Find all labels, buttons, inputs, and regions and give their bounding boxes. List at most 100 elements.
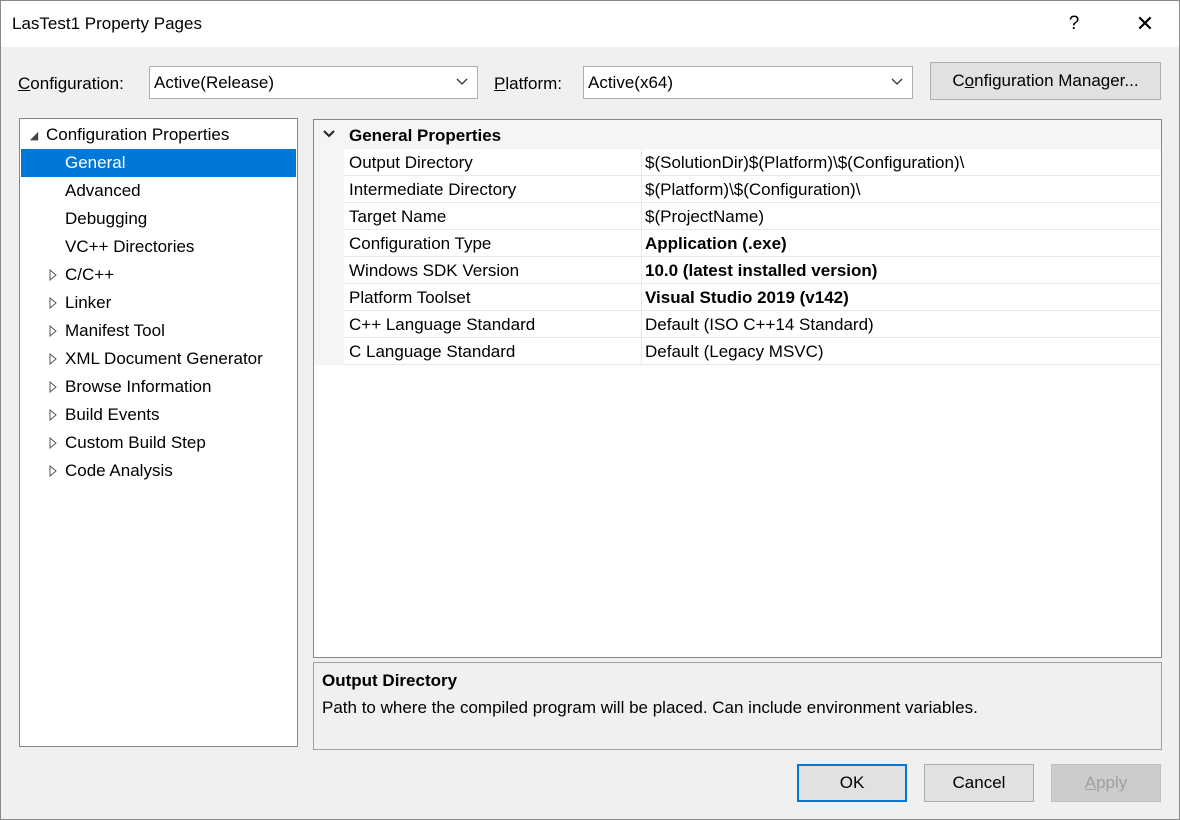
property-name: Windows SDK Version (349, 261, 520, 280)
row-gutter (314, 230, 344, 257)
platform-dropdown[interactable]: Active(x64) (583, 66, 913, 99)
tree-item-browse-information[interactable]: Browse Information (21, 373, 296, 401)
property-name: Platform Toolset (349, 288, 471, 307)
tree-item-label: Browse Information (65, 377, 212, 396)
tree-item-label: Build Events (65, 405, 160, 424)
expand-triangle-icon[interactable] (48, 436, 58, 450)
column-divider (641, 311, 642, 338)
row-gutter (314, 257, 344, 284)
property-value[interactable]: $(SolutionDir)$(Platform)\$(Configuratio… (645, 153, 964, 173)
expand-triangle-icon[interactable] (48, 324, 58, 338)
property-value[interactable]: Visual Studio 2019 (v142) (645, 288, 849, 308)
expand-triangle-icon[interactable] (48, 296, 58, 310)
chevron-down-icon (323, 130, 335, 138)
tree-item-label: Code Analysis (65, 461, 173, 480)
tree-root-label: Configuration Properties (46, 125, 230, 144)
expand-triangle-icon[interactable] (48, 352, 58, 366)
property-row[interactable]: Configuration Type Application (.exe) (314, 230, 1161, 257)
cancel-label: Cancel (952, 773, 1006, 792)
close-button[interactable]: ✕ (1116, 1, 1174, 47)
property-value[interactable]: Default (Legacy MSVC) (645, 342, 824, 362)
tree-item-label: XML Document Generator (65, 349, 263, 368)
property-row[interactable]: Platform Toolset Visual Studio 2019 (v142… (314, 284, 1161, 311)
help-button[interactable]: ? (1045, 1, 1103, 47)
row-gutter (314, 311, 344, 338)
tree-item-c-c[interactable]: C/C++ (21, 261, 296, 289)
property-row[interactable]: Output Directory $(SolutionDir)$(Platform… (314, 149, 1161, 176)
property-name: Intermediate Directory (349, 180, 517, 199)
platform-label: Platform: (494, 74, 563, 93)
property-row[interactable]: Windows SDK Version 10.0 (latest installe… (314, 257, 1161, 284)
expand-triangle-icon[interactable] (48, 464, 58, 478)
close-icon: ✕ (1135, 11, 1155, 36)
property-grid: General Properties Output Directory $(Sol… (313, 119, 1162, 658)
tree-item-label: C/C++ (65, 265, 115, 284)
column-divider (641, 176, 642, 203)
property-value[interactable]: 10.0 (latest installed version) (645, 261, 877, 281)
tree-item-label: Custom Build Step (65, 433, 206, 452)
tree-root-configuration-properties[interactable]: ◢ Configuration Properties (21, 121, 296, 149)
window-title: LasTest1 Property Pages (12, 14, 202, 33)
tree-item-vc-directories[interactable]: VC++ Directories (21, 233, 296, 261)
expand-triangle-icon[interactable] (48, 380, 58, 394)
expanded-triangle-icon: ◢ (29, 129, 39, 142)
tree-item-general[interactable]: General (21, 149, 296, 177)
tree-item-label: VC++ Directories (65, 237, 195, 256)
row-gutter (314, 338, 344, 365)
row-gutter (314, 149, 344, 176)
property-value[interactable]: $(Platform)\$(Configuration)\ (645, 180, 860, 200)
help-icon: ? (1068, 13, 1080, 34)
tree-item-label: Advanced (65, 181, 141, 200)
tree-item-custom-build-step[interactable]: Custom Build Step (21, 429, 296, 457)
ok-button[interactable]: OK (797, 764, 907, 802)
expand-triangle-icon[interactable] (48, 408, 58, 422)
configuration-dropdown[interactable]: Active(Release) (149, 66, 478, 99)
property-name: Target Name (349, 207, 447, 226)
property-row[interactable]: Target Name $(ProjectName) (314, 203, 1161, 230)
property-name: Output Directory (349, 153, 473, 172)
column-divider (641, 284, 642, 311)
property-value[interactable]: Default (ISO C++14 Standard) (645, 315, 874, 335)
column-divider (641, 203, 642, 230)
cancel-button[interactable]: Cancel (924, 764, 1034, 802)
row-gutter (314, 203, 344, 230)
description-title: Output Directory (322, 671, 458, 690)
column-divider (641, 257, 642, 284)
tree-item-label: Linker (65, 293, 112, 312)
apply-button[interactable]: Apply (1051, 764, 1161, 802)
property-row[interactable]: Intermediate Directory $(Platform)\$(Conf… (314, 176, 1161, 203)
property-value[interactable]: Application (.exe) (645, 234, 787, 254)
tree-item-label: Manifest Tool (65, 321, 165, 340)
configuration-value: Active(Release) (154, 72, 274, 92)
tree-item-build-events[interactable]: Build Events (21, 401, 296, 429)
category-header-general-properties[interactable]: General Properties (314, 120, 1161, 149)
row-gutter (314, 176, 344, 203)
tree-item-advanced[interactable]: Advanced (21, 177, 296, 205)
configuration-manager-button[interactable]: Configuration Manager... (930, 62, 1161, 100)
description-text: Path to where the compiled program will … (322, 698, 978, 717)
category-label: General Properties (349, 126, 502, 145)
tree-item-label: Debugging (65, 209, 148, 228)
ok-label: OK (839, 773, 865, 792)
description-panel: Output Directory Path to where the compi… (313, 662, 1162, 750)
tree-item-xml-document-generator[interactable]: XML Document Generator (21, 345, 296, 373)
property-name: C Language Standard (349, 342, 516, 361)
platform-value: Active(x64) (588, 72, 674, 92)
tree-item-debugging[interactable]: Debugging (21, 205, 296, 233)
apply-label: Apply (1084, 773, 1128, 792)
expand-triangle-icon[interactable] (48, 268, 58, 282)
column-divider (641, 149, 642, 176)
property-row[interactable]: C Language Standard Default (Legacy MSVC) (314, 338, 1161, 365)
configuration-manager-label: Configuration Manager... (952, 71, 1139, 90)
title-bar: LasTest1 Property Pages ? ✕ (1, 1, 1179, 47)
configuration-label: Configuration: (18, 74, 124, 93)
property-value[interactable]: $(ProjectName) (645, 207, 764, 227)
category-tree: ◢ Configuration Properties General Advanc… (19, 118, 298, 747)
tree-item-linker[interactable]: Linker (21, 289, 296, 317)
column-divider (641, 230, 642, 257)
property-row[interactable]: C++ Language Standard Default (ISO C++14 … (314, 311, 1161, 338)
row-gutter (314, 284, 344, 311)
tree-item-manifest-tool[interactable]: Manifest Tool (21, 317, 296, 345)
tree-item-label: General (65, 153, 126, 172)
tree-item-code-analysis[interactable]: Code Analysis (21, 457, 296, 485)
